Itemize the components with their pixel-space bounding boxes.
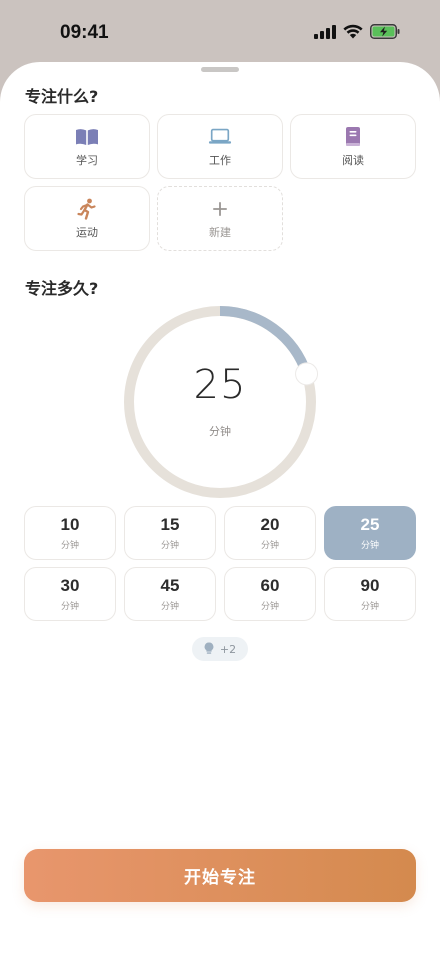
duration-option-unit: 分钟 [160, 602, 179, 612]
running-icon [75, 198, 99, 220]
duration-option-unit: 分钟 [360, 602, 379, 612]
category-reading-label: 阅读 [342, 153, 364, 167]
category-study-label: 学习 [76, 153, 98, 167]
duration-ring[interactable]: 25 分钟 [120, 302, 320, 502]
duration-option-value: 15 [160, 515, 180, 534]
battery-charging-icon [370, 24, 400, 43]
category-work-label: 工作 [209, 153, 231, 167]
duration-option-10[interactable]: 10 分钟 [24, 506, 116, 560]
laptop-icon [208, 126, 232, 148]
category-study-card[interactable]: 学习 [24, 114, 150, 179]
hint-pill[interactable]: +2 [192, 637, 248, 661]
wifi-icon [343, 24, 363, 43]
status-icons [314, 24, 400, 43]
home-indicator-area [0, 945, 440, 956]
duration-option-value: 20 [260, 515, 280, 534]
duration-ring-value: 25 [193, 362, 247, 408]
status-bar: 09:41 [0, 0, 440, 62]
category-new-label: 新建 [209, 225, 231, 239]
plus-icon [208, 198, 232, 220]
duration-option-value: 10 [60, 515, 80, 534]
duration-option-25[interactable]: 25 分钟 [324, 506, 416, 560]
duration-option-30[interactable]: 30 分钟 [24, 567, 116, 621]
duration-option-unit: 分钟 [60, 541, 79, 551]
duration-option-unit: 分钟 [160, 541, 179, 551]
cellular-signal-icon [314, 24, 336, 43]
duration-option-90[interactable]: 90 分钟 [324, 567, 416, 621]
duration-option-value: 25 [360, 515, 380, 534]
focus-setup-sheet: 专注什么? 学习 工作 阅读 运动 新建 专注多久? 25 分钟 10 分钟 1… [0, 62, 440, 956]
category-work-card[interactable]: 工作 [157, 114, 283, 179]
duration-option-value: 90 [360, 576, 380, 595]
category-exercise-label: 运动 [76, 225, 98, 239]
duration-option-unit: 分钟 [60, 602, 79, 612]
book-icon [341, 126, 365, 148]
sheet-grabber[interactable] [201, 67, 239, 72]
status-time: 09:41 [60, 22, 109, 43]
duration-option-unit: 分钟 [360, 541, 379, 551]
duration-option-unit: 分钟 [260, 602, 279, 612]
start-focus-button[interactable]: 开始专注 [24, 849, 416, 902]
start-focus-label: 开始专注 [184, 868, 256, 888]
duration-option-value: 30 [60, 576, 80, 595]
category-reading-card[interactable]: 阅读 [290, 114, 416, 179]
category-exercise-card[interactable]: 运动 [24, 186, 150, 251]
book-open-icon [75, 126, 99, 148]
duration-option-45[interactable]: 45 分钟 [124, 567, 216, 621]
duration-section-title: 专注多久? [25, 279, 99, 298]
category-new-card[interactable]: 新建 [157, 186, 283, 251]
hint-text: +2 [219, 642, 237, 656]
duration-option-value: 60 [260, 576, 280, 595]
category-section-title: 专注什么? [25, 87, 99, 106]
duration-option-15[interactable]: 15 分钟 [124, 506, 216, 560]
duration-option-60[interactable]: 60 分钟 [224, 567, 316, 621]
duration-ring-unit: 分钟 [209, 425, 231, 438]
duration-option-unit: 分钟 [260, 541, 279, 551]
lightbulb-icon [204, 640, 214, 659]
duration-option-value: 45 [160, 576, 180, 595]
duration-option-20[interactable]: 20 分钟 [224, 506, 316, 560]
